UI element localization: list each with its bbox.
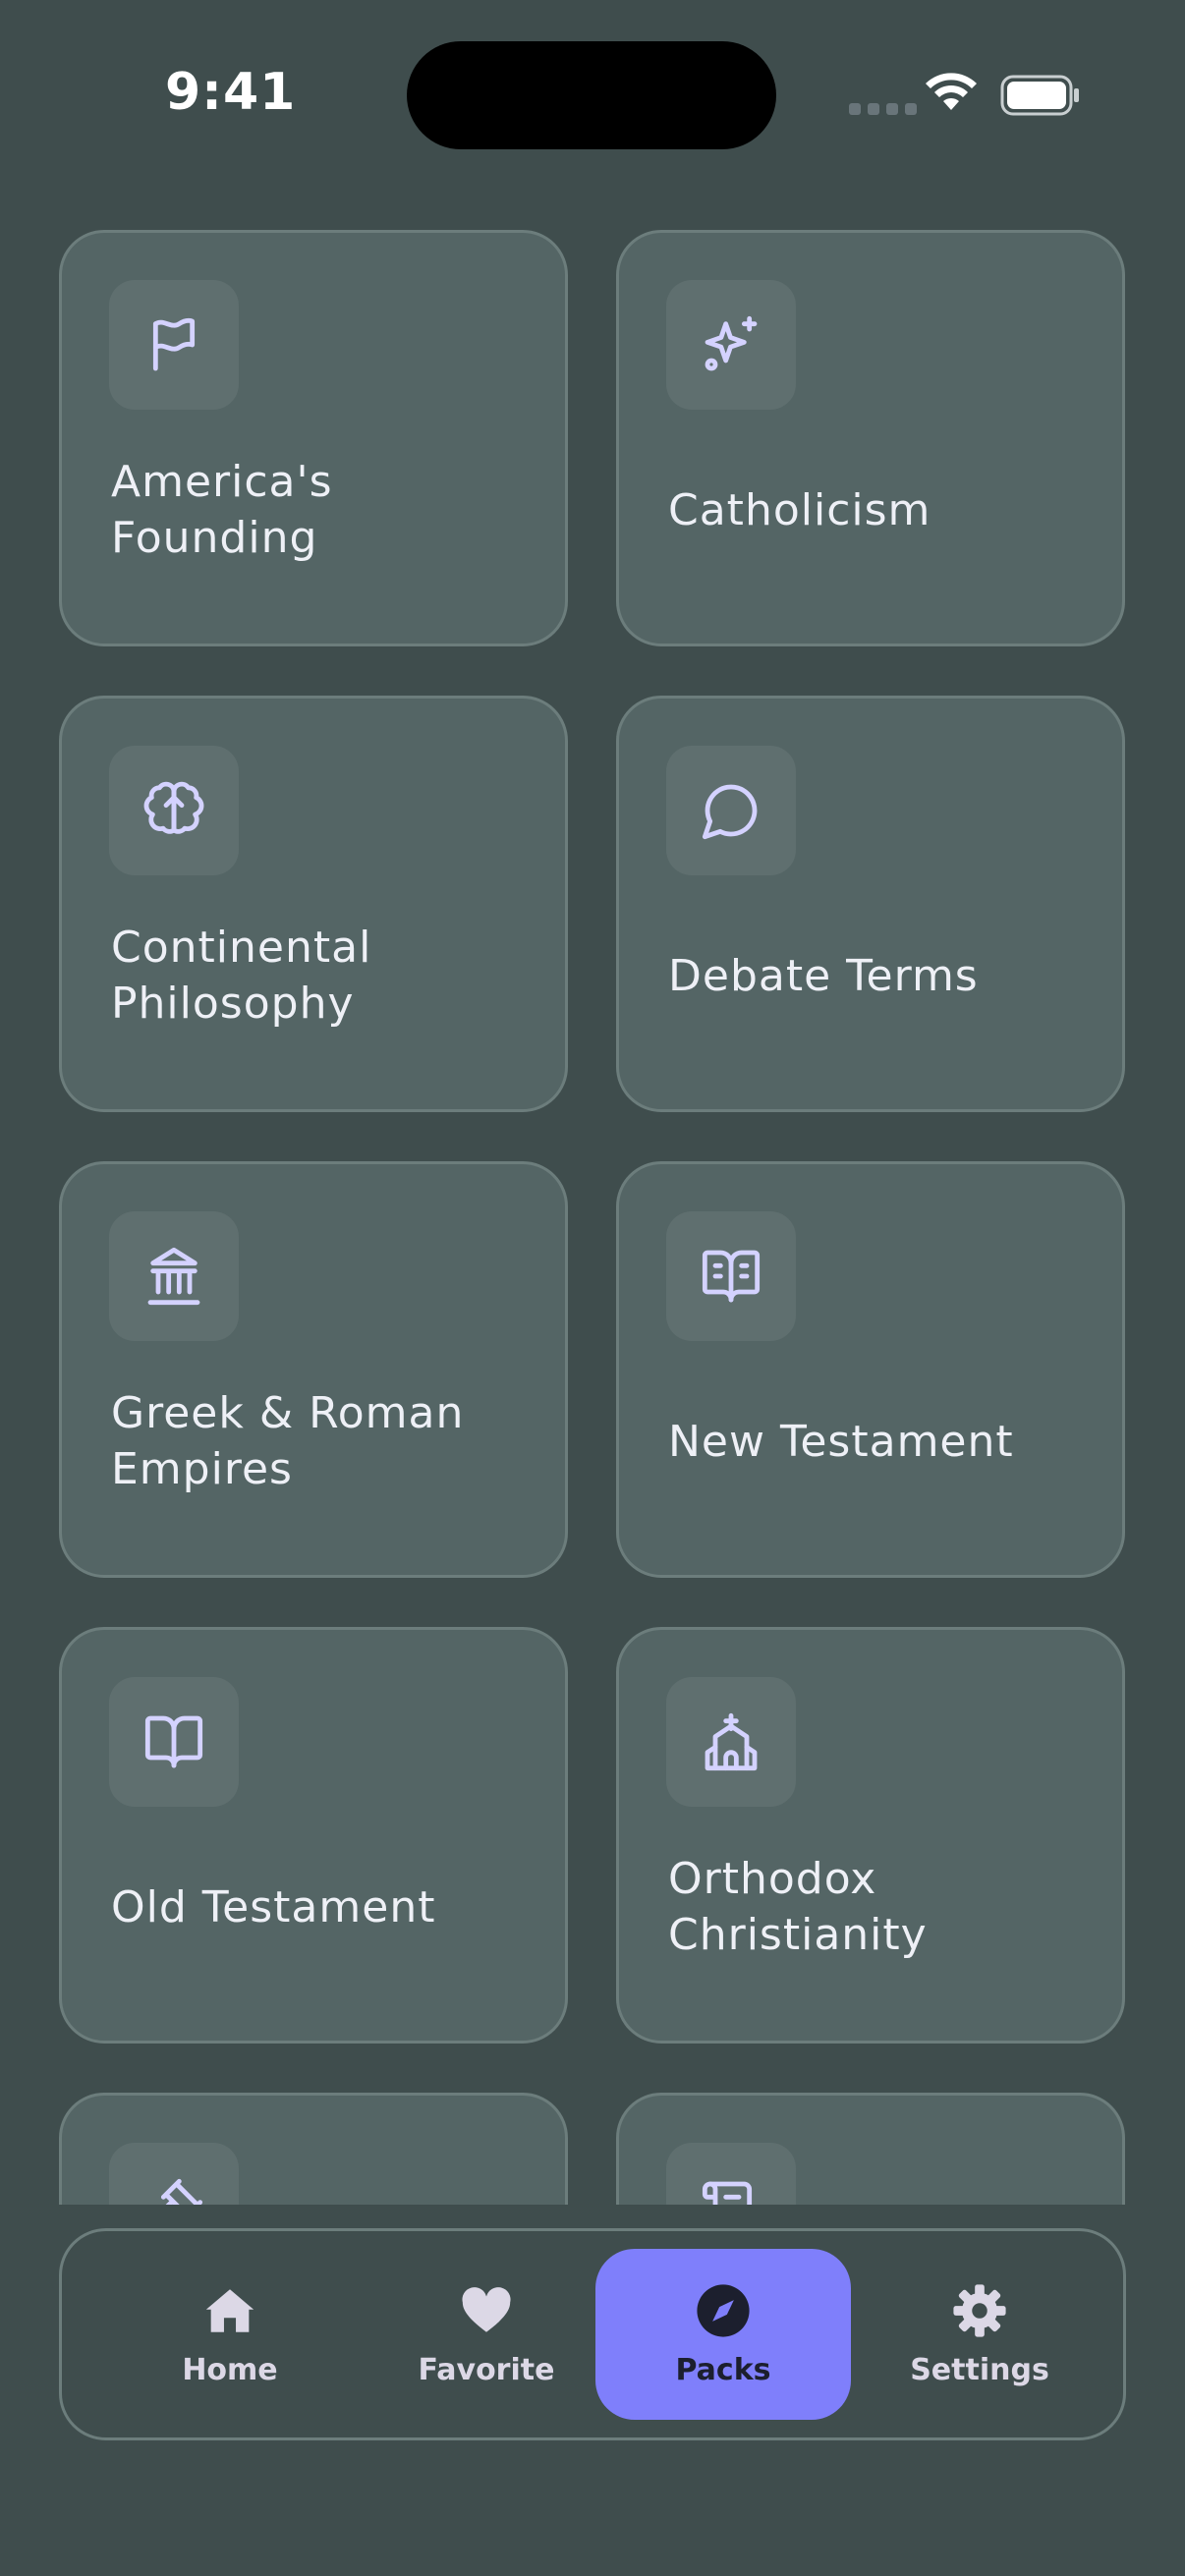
nav-label: Home xyxy=(182,2352,278,2387)
gear-icon xyxy=(953,2283,1006,2337)
pack-card-partial[interactable] xyxy=(616,2093,1125,2205)
nav-label: Packs xyxy=(675,2352,771,2387)
open-book-icon xyxy=(109,1677,239,1807)
pack-card-debate-terms[interactable]: Debate Terms xyxy=(616,696,1125,1112)
church-icon xyxy=(666,1677,796,1807)
pack-title: Orthodox Christianity xyxy=(668,1854,928,1960)
sparkles-icon xyxy=(666,280,796,410)
chat-bubble-icon xyxy=(666,746,796,875)
nav-label: Settings xyxy=(910,2352,1049,2387)
pack-title: Old Testament xyxy=(111,1881,436,1932)
scroll-icon xyxy=(666,2143,796,2205)
nav-home-button[interactable]: Home xyxy=(102,2249,358,2420)
pack-title: Catholicism xyxy=(668,484,931,535)
pack-card-partial[interactable] xyxy=(59,2093,568,2205)
pack-title: Continental Philosophy xyxy=(111,923,372,1029)
flag-icon xyxy=(109,280,239,410)
pack-card-americas-founding[interactable]: America's Founding xyxy=(59,230,568,646)
pack-card-catholicism[interactable]: Catholicism xyxy=(616,230,1125,646)
pack-card-orthodox-christianity[interactable]: Orthodox Christianity xyxy=(616,1627,1125,2044)
pack-title: New Testament xyxy=(668,1416,1014,1467)
heart-icon xyxy=(462,2286,511,2332)
bottom-nav-bar: Home Favorite Packs Settings xyxy=(59,2228,1126,2440)
pack-card-old-testament[interactable]: Old Testament xyxy=(59,1627,568,2044)
pack-title: Greek & Roman Empires xyxy=(111,1388,465,1494)
compass-icon xyxy=(697,2283,750,2337)
nav-label: Favorite xyxy=(418,2352,555,2387)
packs-grid: America's Founding Catholicism Continent… xyxy=(0,0,1185,2205)
open-book-text-icon xyxy=(666,1211,796,1341)
nav-favorite-button[interactable]: Favorite xyxy=(359,2249,614,2420)
home-icon xyxy=(205,2288,254,2332)
nav-settings-button[interactable]: Settings xyxy=(852,2249,1107,2420)
pack-card-new-testament[interactable]: New Testament xyxy=(616,1161,1125,1578)
landmark-icon xyxy=(109,1211,239,1341)
gavel-icon xyxy=(109,2143,239,2205)
brain-icon xyxy=(109,746,239,875)
pack-card-greek-roman-empires[interactable]: Greek & Roman Empires xyxy=(59,1161,568,1578)
pack-title: America's Founding xyxy=(111,457,333,563)
pack-card-continental-philosophy[interactable]: Continental Philosophy xyxy=(59,696,568,1112)
pack-title: Debate Terms xyxy=(668,950,979,1001)
nav-packs-button[interactable]: Packs xyxy=(595,2249,851,2420)
